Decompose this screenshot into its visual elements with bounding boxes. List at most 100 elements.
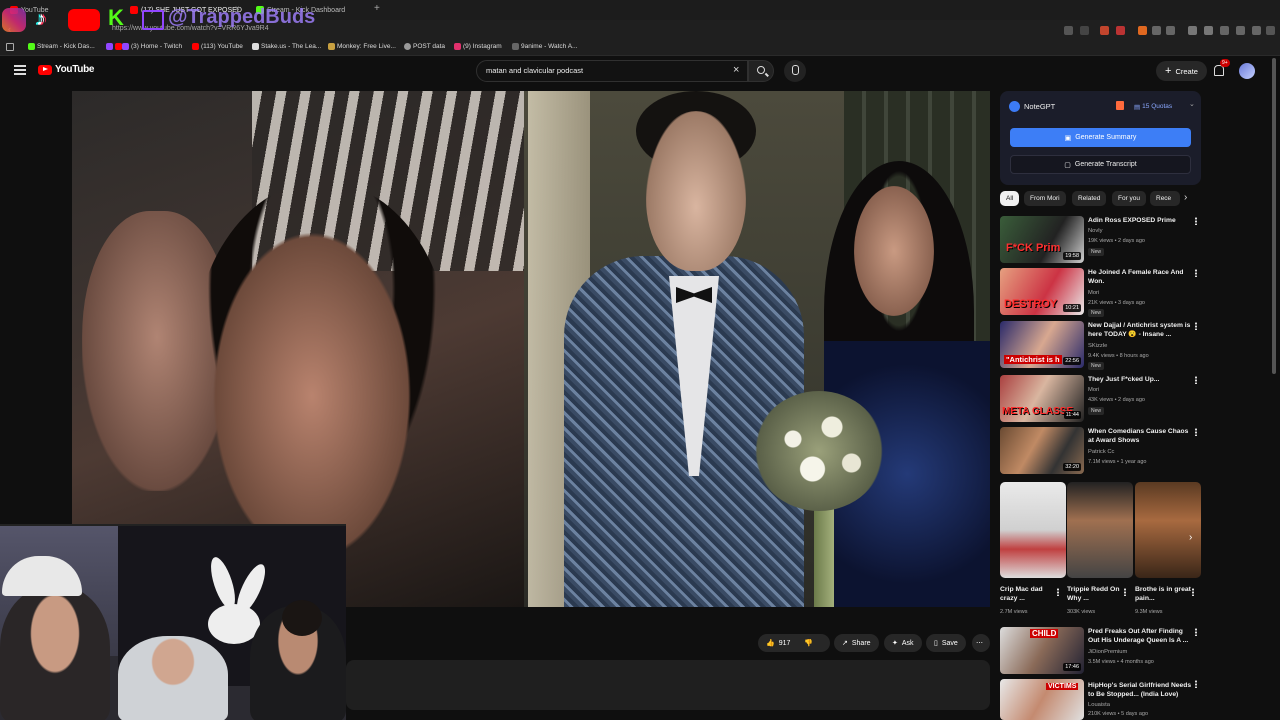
channel-name[interactable]: Mori [1088, 387, 1099, 393]
bookmark-stake[interactable]: Stake.us - The Lea... [252, 43, 321, 50]
list-item[interactable]: VICTIMS HipHop's Serial Girlfriend Needs… [1000, 679, 1201, 720]
short-item[interactable]: Crip Mac dad crazy ... 2.7M views [1000, 482, 1066, 615]
video-title[interactable]: He Joined A Female Race And Won. [1088, 268, 1192, 286]
list-item[interactable]: DESTROY 10:21 He Joined A Female Race An… [1000, 268, 1201, 318]
extension-icon[interactable] [1138, 26, 1147, 35]
chip-all[interactable]: All [1000, 191, 1020, 206]
list-item[interactable]: CHILD 17:46 Pred Freaks Out After Findin… [1000, 627, 1201, 677]
more-options-icon[interactable] [1195, 680, 1197, 688]
bookmark-twitch[interactable] [106, 43, 122, 50]
short-title[interactable]: Crip Mac dad crazy ... [1000, 585, 1058, 603]
channel-name[interactable]: Patrick Cc [1088, 449, 1114, 455]
video-thumbnail[interactable]: "Antichrist is h 22:56 [1000, 321, 1084, 368]
chip-related[interactable]: Related [1072, 191, 1107, 206]
extension-icon[interactable] [1252, 26, 1261, 35]
menu-dots-icon[interactable] [1266, 26, 1275, 35]
more-options-icon[interactable] [1192, 588, 1194, 596]
video-title[interactable]: They Just F*cked Up... [1088, 375, 1192, 384]
create-button[interactable]: + Create [1156, 61, 1207, 81]
list-item[interactable]: F*CK Prim 19:58 Adin Ross EXPOSED Prime … [1000, 216, 1201, 266]
video-title[interactable]: HipHop's Serial Girlfriend Needs to Be S… [1088, 681, 1192, 699]
bookmark-twitch-home[interactable]: (3) Home - Twitch [122, 43, 182, 50]
extension-icon[interactable] [1236, 26, 1245, 35]
voice-search-button[interactable] [784, 60, 806, 82]
chevron-right-icon[interactable]: › [1184, 192, 1187, 203]
search-box[interactable]: × [476, 60, 748, 82]
channel-name[interactable]: Novly [1088, 228, 1103, 234]
list-item[interactable]: 32:20 When Comedians Cause Chaos at Awar… [1000, 427, 1201, 477]
short-item[interactable]: Trippie Redd On Why ... 303K views [1067, 482, 1133, 615]
video-title[interactable]: Pred Freaks Out After Finding Out His Un… [1088, 627, 1192, 645]
share-button[interactable]: ↗ Share [834, 634, 879, 652]
gift-icon[interactable] [1116, 101, 1124, 110]
channel-name[interactable]: JiDionPremium [1088, 649, 1127, 655]
more-options-icon[interactable] [1195, 269, 1197, 277]
clear-search-icon[interactable]: × [733, 64, 739, 76]
extension-icon[interactable] [1188, 26, 1197, 35]
youtube-logo[interactable]: YouTube [38, 64, 95, 75]
ask-button[interactable]: ✦ Ask [884, 634, 922, 652]
bookmark-post-data[interactable]: POST data [404, 43, 445, 50]
more-options-icon[interactable] [1195, 376, 1197, 384]
extension-icon[interactable] [1220, 26, 1229, 35]
extension-icon[interactable] [1166, 26, 1175, 35]
more-options-icon[interactable] [1195, 217, 1197, 225]
bookmark-youtube[interactable]: (113) YouTube [192, 43, 243, 50]
short-thumbnail[interactable] [1000, 482, 1066, 578]
more-options-icon[interactable] [1057, 588, 1059, 596]
video-thumbnail[interactable]: F*CK Prim 19:58 [1000, 216, 1084, 263]
extension-icon[interactable] [1116, 26, 1125, 35]
more-options-icon[interactable] [1195, 428, 1197, 436]
video-thumbnail[interactable]: 32:20 [1000, 427, 1084, 474]
more-actions-button[interactable]: ⋯ [972, 634, 990, 652]
chevron-right-icon[interactable]: › [1189, 532, 1192, 543]
avatar[interactable] [1239, 63, 1255, 79]
bookmark-9anime[interactable]: 9anime - Watch A... [512, 43, 577, 50]
chip-for-you[interactable]: For you [1112, 191, 1147, 206]
short-title[interactable]: Brothe is in great pain... [1135, 585, 1193, 603]
channel-name[interactable]: Mori [1088, 290, 1099, 296]
search-input[interactable] [486, 66, 716, 75]
extension-icon[interactable] [1204, 26, 1213, 35]
chevron-down-icon[interactable]: ⌄ [1189, 100, 1195, 108]
chip-recent[interactable]: Rece [1150, 191, 1180, 206]
like-count[interactable]: 917 [779, 640, 791, 647]
new-tab-button[interactable]: + [374, 3, 380, 14]
extension-icon[interactable] [1152, 26, 1161, 35]
extension-icon[interactable] [1080, 26, 1089, 35]
list-item[interactable]: META GLASSE 11:44 They Just F*cked Up...… [1000, 375, 1201, 425]
video-thumbnail[interactable]: META GLASSE 11:44 [1000, 375, 1084, 422]
more-options-icon[interactable] [1195, 628, 1197, 636]
thumbs-up-icon[interactable]: 👍 [766, 639, 775, 647]
channel-name[interactable]: SKizzle [1088, 343, 1107, 349]
generate-transcript-button[interactable]: ▢ Generate Transcript [1010, 155, 1191, 174]
extension-icon[interactable] [1100, 26, 1109, 35]
generate-summary-button[interactable]: ▣ Generate Summary [1010, 128, 1191, 147]
page-scrollbar[interactable] [1272, 58, 1276, 374]
description-box[interactable] [346, 660, 990, 710]
short-thumbnail[interactable] [1135, 482, 1201, 578]
short-title[interactable]: Trippie Redd On Why ... [1067, 585, 1125, 603]
short-thumbnail[interactable] [1067, 482, 1133, 578]
apps-grid-icon[interactable] [6, 43, 14, 51]
video-title[interactable]: When Comedians Cause Chaos at Award Show… [1088, 427, 1192, 445]
list-item[interactable]: "Antichrist is h 22:56 New Dajjal / Anti… [1000, 321, 1201, 371]
bookmark-instagram[interactable]: (9) Instagram [454, 43, 502, 50]
short-item[interactable]: Brothe is in great pain... 9.3M views [1135, 482, 1201, 615]
more-options-icon[interactable] [1124, 588, 1126, 596]
bookmark-monkey[interactable]: Monkey: Free Live... [328, 43, 396, 50]
video-thumbnail[interactable]: DESTROY 10:21 [1000, 268, 1084, 315]
channel-name[interactable]: Louaista [1088, 702, 1110, 708]
thumbs-down-icon[interactable]: 👎 [804, 639, 813, 647]
quota-badge[interactable]: ▤ 15 Quotas [1134, 100, 1172, 113]
chip-from-mori[interactable]: From Mori [1024, 191, 1066, 206]
video-title[interactable]: New Dajjal / Antichrist system is here T… [1088, 321, 1192, 339]
video-title[interactable]: Adin Ross EXPOSED Prime [1088, 216, 1192, 225]
extension-icon[interactable] [1064, 26, 1073, 35]
bookmark-kick[interactable]: Stream - Kick Das... [28, 43, 95, 50]
hamburger-menu-icon[interactable] [14, 65, 26, 75]
video-thumbnail[interactable]: CHILD 17:46 [1000, 627, 1084, 674]
search-button[interactable] [748, 60, 774, 82]
save-button[interactable]: ▯ Save [926, 634, 966, 652]
video-thumbnail[interactable]: VICTIMS [1000, 679, 1084, 720]
